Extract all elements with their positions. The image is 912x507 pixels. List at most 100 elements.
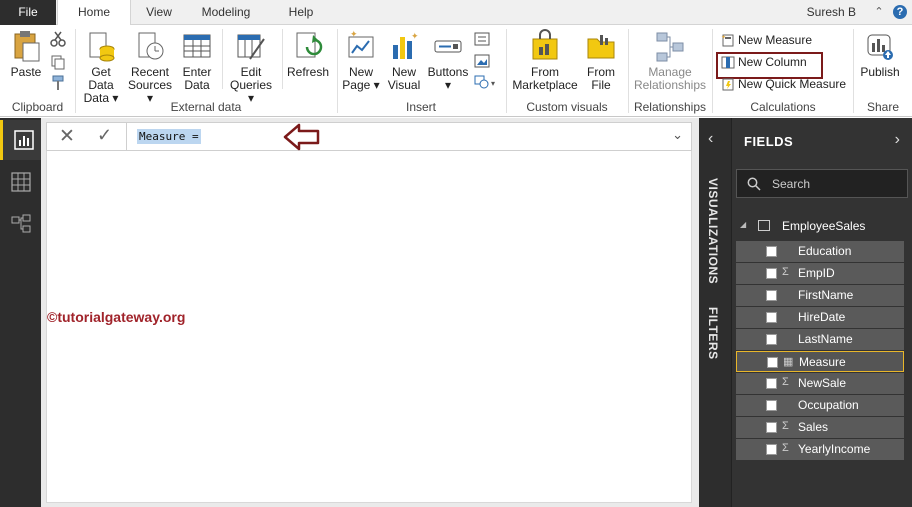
enter-data-button[interactable]: Enter Data: [178, 29, 216, 92]
from-marketplace-label-2: Marketplace: [512, 78, 578, 92]
field-checkbox[interactable]: [766, 246, 777, 257]
model-view-icon: [11, 214, 31, 233]
report-view-button[interactable]: [0, 120, 41, 160]
quick-measure-icon: [721, 78, 735, 91]
expand-formula-chevron-icon[interactable]: ⌄: [672, 127, 683, 143]
publish-label: Publish: [860, 65, 900, 79]
field-checkbox[interactable]: [766, 400, 777, 411]
tab-home[interactable]: Home: [57, 0, 131, 26]
calculator-icon: ✦: [721, 34, 735, 47]
text-box-icon[interactable]: [474, 32, 490, 49]
publish-button[interactable]: Publish: [857, 29, 903, 79]
field-name: FirstName: [798, 288, 854, 302]
enter-data-label-2: Data: [184, 78, 210, 92]
buttons-dropdown-icon: ▾: [444, 78, 452, 92]
field-checkbox[interactable]: [766, 268, 777, 279]
tab-view[interactable]: View: [134, 0, 184, 25]
expand-pane-chevron-icon[interactable]: ‹: [708, 130, 713, 148]
folder-icon: [586, 29, 616, 63]
refresh-button[interactable]: Refresh: [286, 29, 330, 79]
field-item[interactable]: Σ Sales: [736, 417, 904, 438]
sigma-icon: Σ: [782, 266, 789, 278]
field-item[interactable]: Education: [736, 241, 904, 262]
tab-help[interactable]: Help: [276, 0, 326, 25]
field-item[interactable]: FirstName: [736, 285, 904, 306]
watermark: ©tutorialgateway.org: [47, 309, 186, 325]
commit-formula-icon[interactable]: ✓: [97, 125, 112, 146]
buttons-button[interactable]: Buttons ▾: [426, 29, 470, 92]
copy-icon[interactable]: [50, 54, 66, 73]
field-checkbox[interactable]: [766, 290, 777, 301]
field-name: Sales: [798, 420, 829, 434]
help-icon[interactable]: ?: [893, 5, 907, 19]
from-file-label-2: File: [591, 78, 611, 92]
from-marketplace-button[interactable]: From Marketplace: [510, 29, 580, 92]
field-item-selected[interactable]: ▦ Measure: [736, 351, 904, 372]
expand-triangle-icon[interactable]: ◢: [740, 220, 746, 229]
new-page-button[interactable]: ✦ New Page ▾: [341, 29, 381, 92]
data-view-icon: [11, 172, 31, 192]
recent-sources-button[interactable]: Recent Sources ▾: [126, 29, 174, 105]
field-checkbox[interactable]: [766, 312, 777, 323]
clipboard-group-label: Clipboard: [11, 100, 64, 114]
field-name: LastName: [798, 332, 853, 346]
field-item[interactable]: LastName: [736, 329, 904, 350]
field-item[interactable]: Occupation: [736, 395, 904, 416]
collapse-ribbon-icon[interactable]: ⌃: [872, 5, 886, 19]
manage-relationships-label-2: Relationships: [633, 78, 707, 92]
insert-group-label: Insert: [405, 100, 436, 114]
paste-icon: [11, 29, 41, 63]
image-icon[interactable]: [474, 54, 490, 71]
field-checkbox[interactable]: [767, 357, 778, 368]
report-canvas[interactable]: ©tutorialgateway.org: [46, 151, 692, 503]
fields-search-input[interactable]: Search: [736, 169, 908, 198]
ribbon-tab-bar: File Home View Modeling Help Suresh B ⌃ …: [0, 0, 912, 26]
model-view-button[interactable]: [0, 204, 41, 244]
field-checkbox[interactable]: [766, 334, 777, 345]
shapes-icon[interactable]: ▾: [474, 75, 498, 92]
field-checkbox[interactable]: [766, 378, 777, 389]
get-data-label: Get Data: [88, 65, 114, 92]
ribbon-separator: [222, 29, 223, 89]
manage-relationships-button[interactable]: Manage Relationships: [632, 29, 708, 92]
field-item[interactable]: Σ NewSale: [736, 373, 904, 394]
relationships-group-label: Relationships: [633, 100, 707, 114]
user-name[interactable]: Suresh B: [807, 0, 856, 25]
new-column-button[interactable]: New Column: [721, 53, 807, 71]
format-painter-icon[interactable]: [50, 75, 66, 94]
relationships-icon: [655, 29, 685, 63]
formula-actions: ✕ ✓: [47, 123, 127, 150]
marketplace-bag-icon: [530, 29, 560, 63]
field-checkbox[interactable]: [766, 444, 777, 455]
new-visual-button[interactable]: ✦ New Visual: [384, 29, 424, 92]
field-item[interactable]: Σ EmpID: [736, 263, 904, 284]
refresh-icon: [293, 29, 323, 63]
table-grid-icon: [182, 29, 212, 63]
paste-label: Paste: [10, 65, 42, 79]
column-icon: [721, 56, 735, 69]
cut-icon[interactable]: [50, 31, 66, 50]
tab-file[interactable]: File: [0, 0, 56, 25]
calculator-icon: ▦: [783, 356, 794, 368]
table-employeesales[interactable]: ◢ EmployeeSales: [736, 216, 908, 236]
from-file-button[interactable]: From File: [582, 29, 620, 92]
field-item[interactable]: HireDate: [736, 307, 904, 328]
external-data-group-label: External data: [170, 100, 242, 114]
data-view-button[interactable]: [0, 162, 41, 202]
field-checkbox[interactable]: [766, 422, 777, 433]
collapse-fields-chevron-icon[interactable]: ›: [895, 131, 900, 149]
visualizations-pane-toggle[interactable]: VISUALIZATIONS: [706, 178, 720, 284]
edit-queries-button[interactable]: Edit Queries ▾: [226, 29, 276, 105]
buttons-icon: [433, 29, 463, 63]
new-quick-measure-button[interactable]: New Quick Measure: [721, 75, 846, 93]
paste-button[interactable]: Paste: [6, 29, 46, 79]
new-measure-button[interactable]: ✦ New Measure: [721, 31, 812, 49]
cancel-formula-icon[interactable]: ✕: [59, 125, 75, 148]
get-data-button[interactable]: Get Data Data ▾: [80, 29, 122, 105]
field-item[interactable]: Σ YearlyIncome: [736, 439, 904, 460]
custom-visuals-group-label: Custom visuals: [526, 100, 608, 114]
filters-pane-toggle[interactable]: FILTERS: [706, 307, 720, 360]
tab-modeling[interactable]: Modeling: [190, 0, 262, 25]
formula-input[interactable]: Measure =: [137, 129, 201, 144]
sigma-icon: Σ: [782, 420, 789, 432]
